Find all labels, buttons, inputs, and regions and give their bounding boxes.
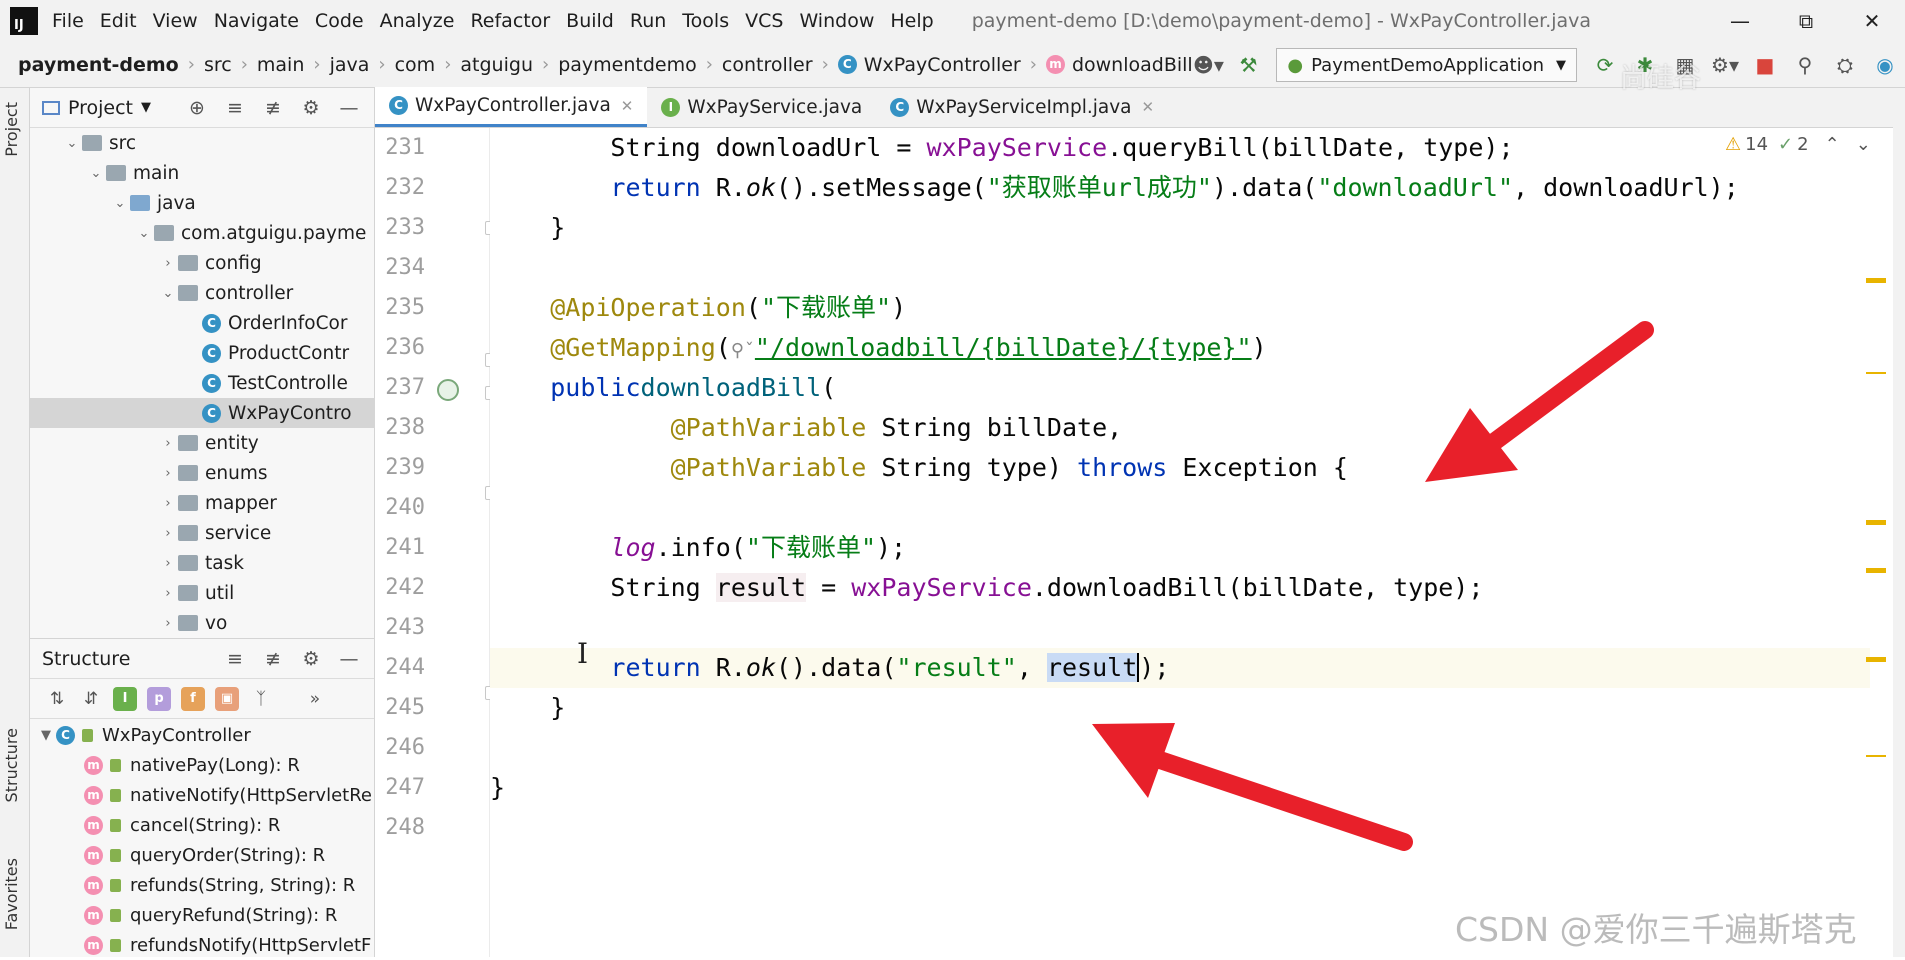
text-cursor-icon: I: [577, 637, 589, 670]
watermark-logo: 尚硅谷: [1620, 63, 1701, 94]
watermark-text: CSDN @爱你三千遍斯塔克: [1455, 910, 1857, 949]
annotation-arrows: [1092, 321, 1654, 851]
annotation-arrow: [1092, 723, 1413, 851]
annotation-arrow: [1425, 321, 1654, 482]
